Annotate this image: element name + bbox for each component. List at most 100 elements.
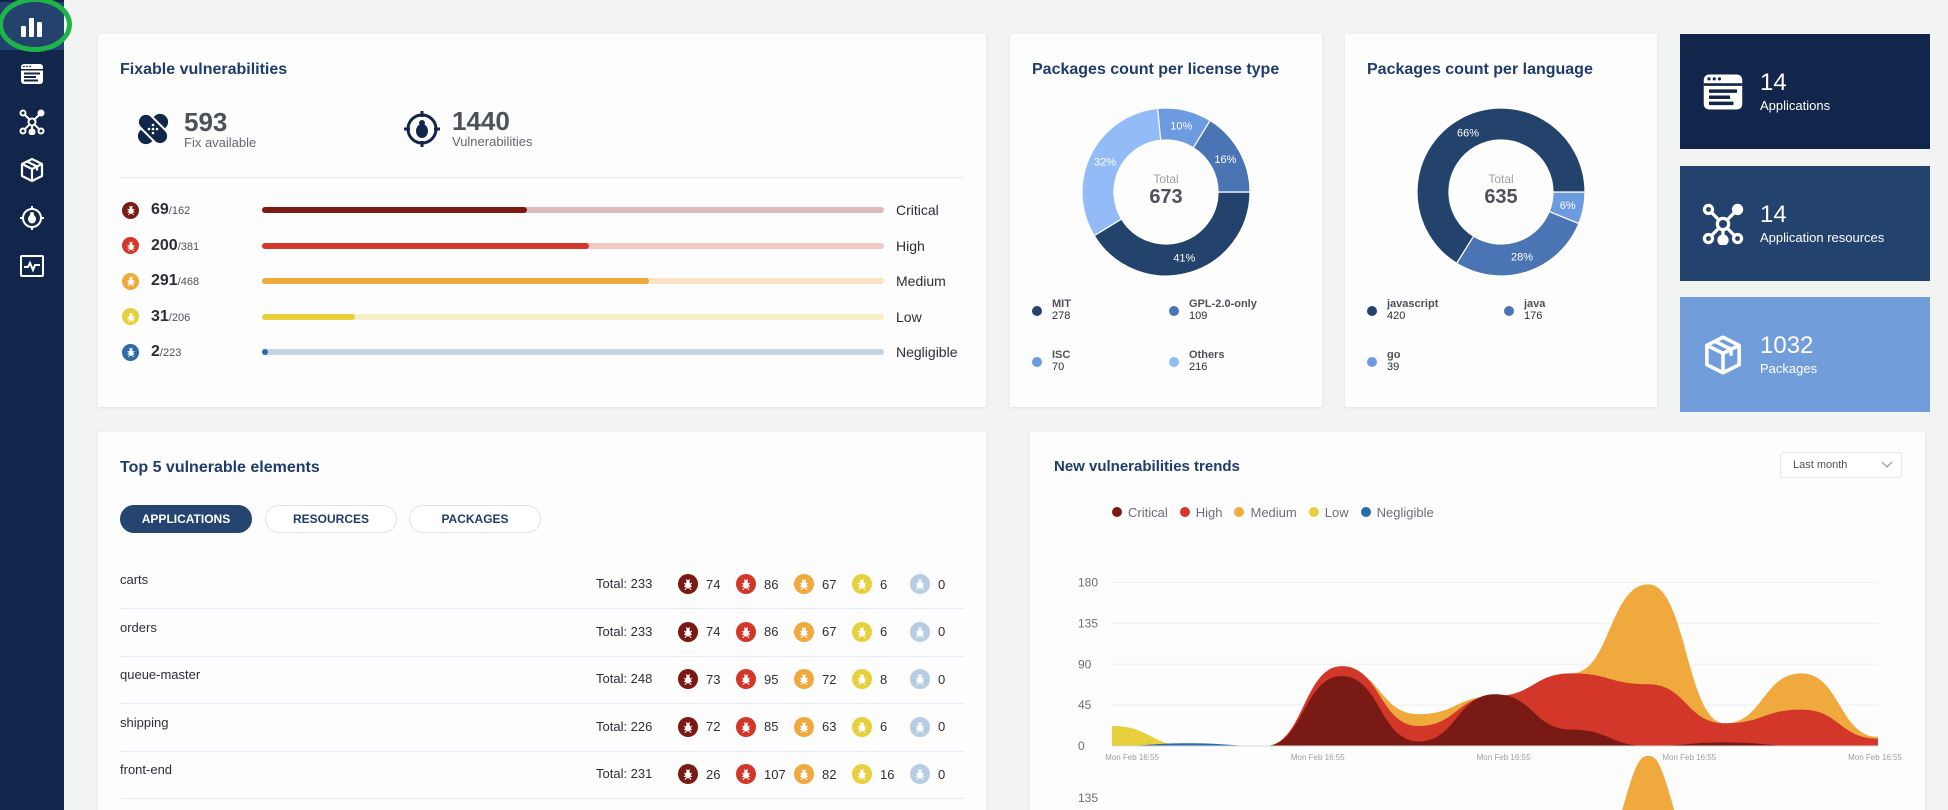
table-row[interactable]: carts Total: 233 74 86 67 6 0 [120,562,964,609]
language-card: Packages count per language 6% 28% 66% Tot… [1345,34,1657,407]
severity-count: 67 [794,574,836,594]
trend-legend-item[interactable]: Low [1308,505,1349,520]
severity-count: 0 [910,669,945,689]
packages-tile[interactable]: 1032 Packages [1680,297,1930,412]
donut-slice[interactable] [1455,210,1580,277]
table-row[interactable]: shipping Total: 226 72 85 63 6 0 [120,705,964,752]
tab-packages[interactable]: PACKAGES [409,505,541,533]
legend-item[interactable]: MIT 278 [1032,298,1071,322]
applications-tile[interactable]: 14 Applications [1680,34,1930,149]
element-name[interactable]: front-end [120,762,172,777]
tab-applications[interactable]: APPLICATIONS [120,505,252,533]
severity-row: 291/468 Medium [122,270,982,292]
range-select[interactable]: Last month [1780,452,1902,478]
severity-count: 72 [794,669,836,689]
donut-slice-label: 10% [1170,121,1192,133]
trend-legend-item[interactable]: Negligible [1360,505,1434,520]
severity-count: 2/223 [151,343,182,360]
bug-icon [126,241,135,251]
sidebar-item-vulnerabilities[interactable] [0,194,64,242]
trend-legend-item[interactable]: Critical [1112,505,1168,520]
card-title: Packages count per language [1367,61,1593,78]
severity-icon [852,574,872,594]
severity-count: 6 [852,621,887,642]
element-name[interactable]: carts [120,572,148,587]
element-total: Total: 248 [596,671,653,686]
y-tick-label: 90 [1078,657,1092,671]
severity-count: 31/206 [151,307,191,325]
severity-count: 8 [852,669,887,689]
fix-available-label: Fix available [184,134,257,150]
severity-count: 67 [794,621,836,642]
bug-icon [857,768,867,780]
element-name[interactable]: shipping [120,715,168,730]
severity-count: 6 [852,574,887,594]
severity-icon [794,574,814,594]
app-window-icon [1703,74,1743,109]
vulnerabilities-stat: 1440 Vulnerabilities [402,108,532,149]
application-resources-tile[interactable]: 14 Application resources [1680,166,1930,281]
legend-dot [1169,306,1179,316]
severity-progress-bar [262,349,884,355]
legend-item[interactable]: ISC 70 [1032,349,1070,373]
table-row[interactable]: orders Total: 233 74 86 67 6 0 [120,610,964,657]
area-series-medium-panel2 [1622,756,1675,810]
app-window-icon [21,64,43,84]
bug-icon [126,347,135,358]
legend-dot [1504,306,1514,316]
table-row[interactable]: front-end Total: 231 26 107 82 16 0 [120,752,964,799]
trend-legend-item[interactable]: Medium [1234,505,1297,520]
bug-icon [857,578,867,590]
package-box-icon [1705,334,1741,375]
vulnerabilities-label: Vulnerabilities [452,134,533,149]
x-tick-label: Mon Feb 16:55 [1848,753,1902,762]
element-name[interactable]: queue-master [120,667,200,682]
card-title: New vulnerabilities trends [1054,458,1240,475]
sidebar-item-dashboard[interactable] [0,2,64,50]
severity-count: 74 [678,621,720,642]
severity-icon [678,716,698,737]
severity-icon [910,574,930,594]
sidebar-item-packages[interactable] [0,146,64,194]
legend-name: ISC [1052,349,1071,361]
legend-item[interactable]: go 39 [1367,349,1400,373]
severity-label: Critical [896,202,939,218]
bug-icon [915,721,925,733]
bug-icon [799,673,809,685]
severity-icon [794,669,814,689]
tab-resources[interactable]: RESOURCES [265,505,397,533]
severity-icon [852,669,872,689]
legend-item[interactable]: javascript 420 [1367,298,1438,322]
severity-count: 72 [678,716,720,737]
severity-icon [736,764,756,784]
severity-progress-bar [262,313,884,320]
severity-label: High [896,237,925,254]
table-row[interactable]: queue-master Total: 248 73 95 72 8 0 [120,657,964,704]
severity-icon [910,716,930,737]
legend-dot [1112,507,1122,517]
sidebar-item-resources[interactable] [0,98,64,146]
element-name[interactable]: orders [120,620,157,635]
bug-icon [126,205,135,216]
sidebar [0,0,72,810]
legend-item[interactable]: GPL-2.0-only 109 [1169,298,1257,322]
bug-icon [857,626,867,638]
severity-progress-fill [262,349,268,355]
trend-legend-item[interactable]: High [1179,505,1222,520]
legend-item[interactable]: Others 216 [1169,349,1224,373]
fix-available-stat: 593 Fix available [132,108,256,150]
severity-count: 86 [736,574,778,594]
severity-icon [910,621,930,642]
legend-dot [1169,357,1179,367]
severity-progress-fill [262,313,356,320]
severity-icon [852,621,872,642]
y-tick-label: 45 [1078,698,1092,712]
network-nodes-icon [19,109,45,135]
legend-dot [1032,357,1042,367]
sidebar-item-monitoring[interactable] [0,242,64,290]
legend-dot [1179,507,1190,517]
legend-item[interactable]: java 176 [1504,298,1545,322]
divider [120,177,964,178]
sidebar-item-applications[interactable] [0,50,64,98]
trend-legend: Critical High Medium Low Negligible [1112,505,1438,520]
